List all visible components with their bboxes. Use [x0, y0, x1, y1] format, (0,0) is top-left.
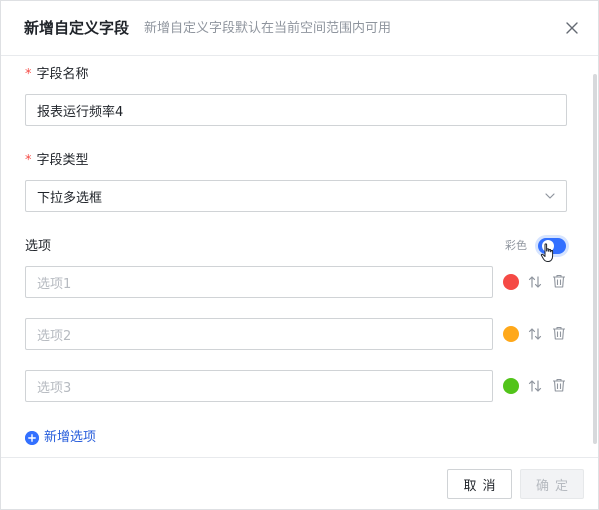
options-label: 选项 — [25, 239, 52, 254]
color-toggle-label: 彩色 — [505, 239, 527, 252]
field-name-label: * 字段名称 — [25, 65, 89, 85]
confirm-button[interactable]: 确定 — [520, 469, 584, 499]
close-icon[interactable] — [562, 18, 582, 38]
required-mark: * — [25, 67, 32, 82]
plus-circle-icon — [25, 431, 39, 445]
dialog-footer: 取消 确定 — [1, 457, 598, 509]
scrollbar[interactable] — [593, 74, 597, 444]
option-color-dot[interactable] — [503, 274, 519, 290]
dialog-title: 新增自定义字段 — [24, 19, 130, 37]
trash-icon[interactable] — [552, 378, 566, 392]
option-placeholder-2: 选项2 — [37, 328, 72, 344]
hand-pointer-icon — [540, 243, 554, 262]
option-color-dot[interactable] — [503, 326, 519, 342]
field-type-value: 下拉多选框 — [37, 190, 103, 206]
option-color-dot[interactable] — [503, 378, 519, 394]
option-input-1[interactable]: 选项1 — [25, 266, 493, 298]
cancel-button[interactable]: 取消 — [447, 469, 512, 499]
add-option-label: 新增选项 — [44, 430, 97, 445]
trash-icon[interactable] — [552, 274, 566, 288]
sort-icon[interactable] — [528, 327, 542, 341]
add-option-button[interactable]: 新增选项 — [25, 429, 96, 447]
option-input-3[interactable]: 选项3 — [25, 370, 493, 402]
field-type-label: * 字段类型 — [25, 151, 89, 171]
chevron-down-icon — [545, 193, 555, 199]
required-mark: * — [25, 153, 32, 168]
sort-icon[interactable] — [528, 275, 542, 289]
field-name-input[interactable]: 报表运行频率4 — [25, 94, 567, 126]
custom-field-dialog: 新增自定义字段 新增自定义字段默认在当前空间范围内可用 * 字段名称 报表运行频率… — [0, 0, 599, 510]
field-type-select[interactable]: 下拉多选框 — [25, 180, 567, 212]
option-input-2[interactable]: 选项2 — [25, 318, 493, 350]
dialog-header: 新增自定义字段 新增自定义字段默认在当前空间范围内可用 — [1, 1, 598, 56]
trash-icon[interactable] — [552, 326, 566, 340]
field-type-label-text: 字段类型 — [36, 153, 89, 168]
option-placeholder-1: 选项1 — [37, 276, 72, 292]
dialog-body: * 字段名称 报表运行频率4 * 字段类型 下拉多选框 选项 彩色 选项1 选项… — [1, 56, 598, 457]
dialog-subtitle: 新增自定义字段默认在当前空间范围内可用 — [144, 21, 392, 36]
field-name-value: 报表运行频率4 — [37, 104, 124, 120]
sort-icon[interactable] — [528, 379, 542, 393]
field-name-label-text: 字段名称 — [36, 67, 89, 82]
option-placeholder-3: 选项3 — [37, 380, 72, 396]
